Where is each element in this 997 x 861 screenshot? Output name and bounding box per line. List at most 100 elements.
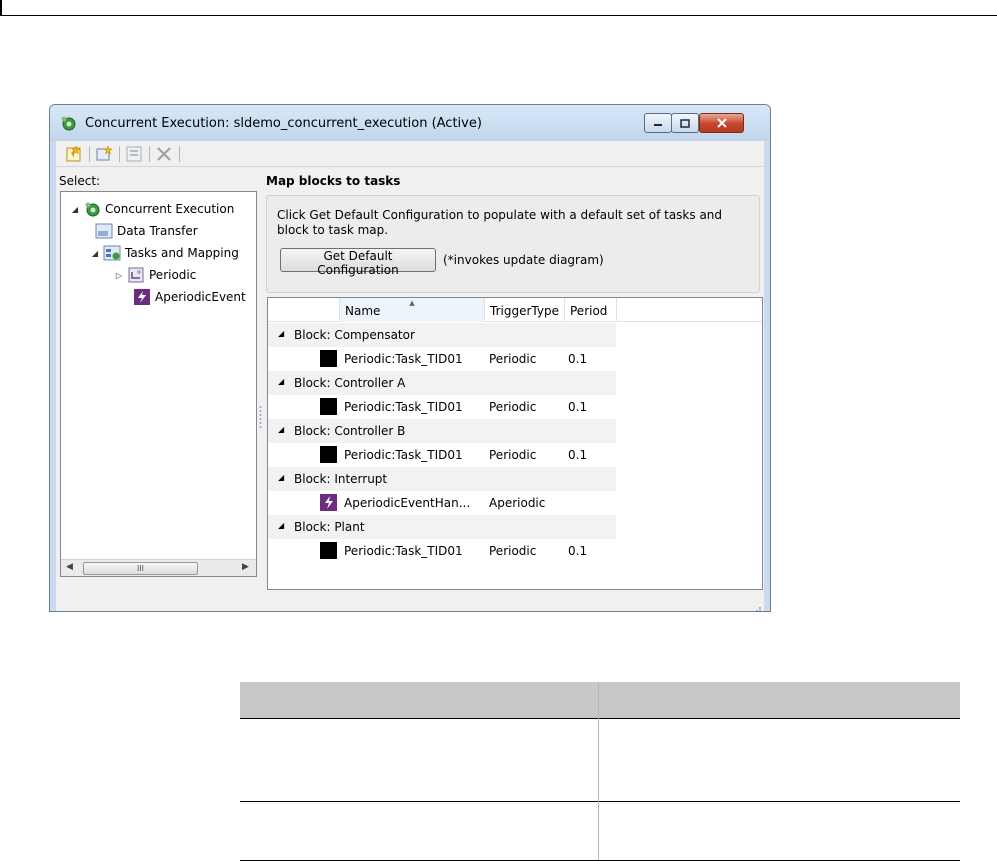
periodic-task-icon xyxy=(320,350,337,367)
toolbar-separator xyxy=(119,146,120,162)
tree-item-concurrent-execution[interactable]: ◢ Concurrent Execution xyxy=(69,199,234,219)
update-diagram-hint: (*invokes update diagram) xyxy=(443,253,604,267)
trigger-type: Periodic xyxy=(489,544,537,558)
configure-icon[interactable] xyxy=(124,144,144,164)
tree-item-label: Concurrent Execution xyxy=(105,202,235,216)
trigger-type: Aperiodic xyxy=(489,496,546,510)
doc-table-column-divider xyxy=(598,682,599,860)
group-row[interactable]: ◢ Block: Controller A xyxy=(268,371,762,395)
tasks-mapping-icon xyxy=(103,245,121,261)
add-task-icon[interactable] xyxy=(64,144,84,164)
info-text: Click Get Default Configuration to popul… xyxy=(277,208,723,237)
collapsed-arrow-icon[interactable]: ▷ xyxy=(113,271,125,280)
task-row[interactable]: Periodic:Task_TID01 Periodic 0.1 xyxy=(268,539,762,563)
expanded-arrow-icon[interactable]: ◢ xyxy=(278,329,284,338)
group-title: Block: Plant xyxy=(294,520,365,534)
concurrent-execution-icon xyxy=(85,202,100,217)
expanded-arrow-icon[interactable]: ◢ xyxy=(278,473,284,482)
default-configuration-panel: Click Get Default Configuration to popul… xyxy=(266,195,760,293)
column-header-label: Period xyxy=(570,304,608,318)
group-row[interactable]: ◢ Block: Controller B xyxy=(268,419,762,443)
block-task-grid: ▲ Name TriggerType Period ◢ Block: Compe… xyxy=(267,297,763,590)
period: 0.1 xyxy=(568,544,588,558)
expanded-arrow-icon[interactable]: ◢ xyxy=(278,377,284,386)
close-button[interactable] xyxy=(699,113,744,133)
concurrent-execution-window: Concurrent Execution: sldemo_concurrent_… xyxy=(49,104,771,612)
horizontal-scrollbar[interactable]: ◀ III ▶ xyxy=(61,559,256,576)
column-header-triggertype[interactable]: TriggerType xyxy=(485,298,565,322)
periodic-task-icon xyxy=(320,398,337,415)
expanded-arrow-icon[interactable]: ◢ xyxy=(278,521,284,530)
group-title: Block: Compensator xyxy=(294,328,415,342)
group-row[interactable]: ◢ Block: Plant xyxy=(268,515,762,539)
aperiodic-task-icon xyxy=(320,494,337,511)
group-row[interactable]: ◢ Block: Interrupt xyxy=(268,467,762,491)
task-row[interactable]: AperiodicEventHan... Aperiodic xyxy=(268,491,762,515)
section-heading: Map blocks to tasks xyxy=(266,174,401,188)
column-header-label: TriggerType xyxy=(490,304,559,318)
get-default-configuration-button[interactable]: Get Default Configuration xyxy=(280,248,436,277)
doc-table-header xyxy=(240,682,960,718)
navigation-tree[interactable]: ◢ Concurrent Execution Data Transfer ◢ T… xyxy=(60,191,257,577)
tree-item-label: Data Transfer xyxy=(117,224,198,238)
task-name: Periodic:Task_TID01 xyxy=(344,352,463,366)
toolbar-separator xyxy=(89,146,90,162)
sort-ascending-icon: ▲ xyxy=(409,299,415,307)
client-area: Select: ◢ Concurrent Execution Data Tran… xyxy=(56,167,764,603)
select-label: Select: xyxy=(59,174,101,188)
expanded-arrow-icon[interactable]: ◢ xyxy=(278,425,284,434)
close-icon xyxy=(716,118,727,128)
data-transfer-icon xyxy=(95,223,113,239)
group-title: Block: Interrupt xyxy=(294,472,388,486)
tree-item-label: Periodic xyxy=(149,268,197,282)
resize-grip-icon[interactable] xyxy=(752,603,762,612)
periodic-task-icon xyxy=(320,446,337,463)
toolbar-separator xyxy=(149,146,150,162)
add-trigger-icon[interactable] xyxy=(94,144,114,164)
column-header-name[interactable]: ▲ Name xyxy=(340,298,485,322)
doc-table-row xyxy=(240,802,960,861)
period: 0.1 xyxy=(568,448,588,462)
minimize-button[interactable] xyxy=(644,113,672,133)
task-row[interactable]: Periodic:Task_TID01 Periodic 0.1 xyxy=(268,395,762,419)
group-title: Block: Controller B xyxy=(294,424,406,438)
group-row[interactable]: ◢ Block: Compensator xyxy=(268,323,762,347)
group-title: Block: Controller A xyxy=(294,376,406,390)
task-name: Periodic:Task_TID01 xyxy=(344,400,463,414)
periodic-task-icon xyxy=(320,542,337,559)
tree-item-label: Tasks and Mapping xyxy=(125,246,239,260)
page-margin-mark xyxy=(0,0,2,15)
task-name: Periodic:Task_TID01 xyxy=(344,448,463,462)
period: 0.1 xyxy=(568,400,588,414)
tree-item-aperiodic-event[interactable]: AperiodicEvent xyxy=(131,287,246,307)
column-header-blank xyxy=(268,298,340,322)
expanded-arrow-icon[interactable]: ◢ xyxy=(89,249,101,258)
task-row[interactable]: Periodic:Task_TID01 Periodic 0.1 xyxy=(268,443,762,467)
minimize-icon xyxy=(654,124,662,126)
toolbar-separator xyxy=(179,146,180,162)
aperiodic-event-icon xyxy=(134,289,150,305)
column-header-period[interactable]: Period xyxy=(565,298,617,322)
doc-table-row xyxy=(240,719,960,802)
scroll-right-icon[interactable]: ▶ xyxy=(242,562,249,572)
trigger-type: Periodic xyxy=(489,352,537,366)
splitter-handle[interactable] xyxy=(259,405,262,431)
tree-item-data-transfer[interactable]: Data Transfer xyxy=(93,221,198,241)
scroll-left-icon[interactable]: ◀ xyxy=(66,562,73,572)
maximize-button[interactable] xyxy=(671,113,699,133)
tree-item-tasks-and-mapping[interactable]: ◢ Tasks and Mapping xyxy=(89,243,239,263)
delete-icon[interactable] xyxy=(154,144,174,164)
periodic-icon xyxy=(128,267,144,283)
window-title: Concurrent Execution: sldemo_concurrent_… xyxy=(85,116,482,131)
scrollbar-thumb[interactable]: III xyxy=(83,562,198,575)
task-row[interactable]: Periodic:Task_TID01 Periodic 0.1 xyxy=(268,347,762,371)
expanded-arrow-icon[interactable]: ◢ xyxy=(69,205,81,214)
tree-item-periodic[interactable]: ▷ Periodic xyxy=(113,265,196,285)
title-bar[interactable]: Concurrent Execution: sldemo_concurrent_… xyxy=(50,105,770,141)
concurrent-execution-icon xyxy=(61,116,76,131)
status-bar xyxy=(56,603,764,612)
trigger-type: Periodic xyxy=(489,448,537,462)
task-name: AperiodicEventHan... xyxy=(344,496,471,510)
page-rule xyxy=(0,15,997,16)
maximize-icon xyxy=(680,118,690,128)
